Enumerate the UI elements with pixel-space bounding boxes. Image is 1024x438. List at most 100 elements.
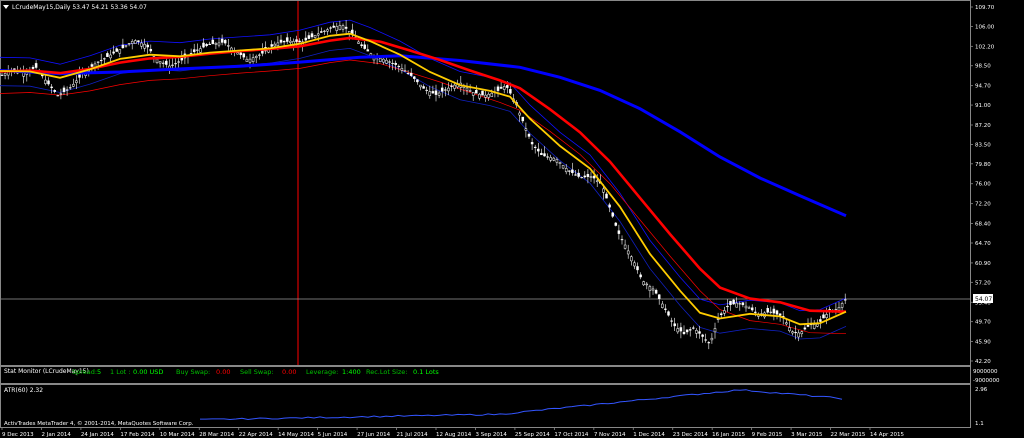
candle-body bbox=[388, 61, 391, 63]
stat-scale-top: 9000000 bbox=[973, 369, 998, 375]
candle-body bbox=[124, 45, 128, 47]
candle-body bbox=[115, 48, 118, 52]
candle-body bbox=[44, 79, 47, 84]
candle-body bbox=[766, 308, 769, 313]
candle-body bbox=[794, 331, 797, 334]
candle-body bbox=[127, 43, 131, 45]
candle-body bbox=[447, 87, 450, 92]
candle-body bbox=[431, 91, 435, 94]
candle-body bbox=[695, 330, 698, 334]
spread-label: Spread: bbox=[72, 368, 97, 376]
candle-body bbox=[812, 324, 816, 329]
candle-body bbox=[208, 43, 211, 45]
candle-body bbox=[394, 62, 397, 65]
candle-body bbox=[161, 62, 165, 64]
candle-body bbox=[214, 43, 218, 45]
candle-body bbox=[338, 25, 342, 30]
candle-body bbox=[413, 76, 416, 79]
candle-body bbox=[403, 70, 407, 72]
candle-body bbox=[602, 188, 605, 193]
candle-body bbox=[239, 52, 242, 56]
candle-body bbox=[524, 128, 528, 131]
candle-body bbox=[416, 79, 419, 83]
candle-body bbox=[630, 256, 633, 262]
candle-body bbox=[673, 323, 676, 327]
candle-body bbox=[571, 169, 574, 174]
date-tick-label: 10 Mar 2014 bbox=[160, 432, 195, 438]
candle-body bbox=[648, 286, 652, 291]
candle-body bbox=[282, 41, 286, 43]
candle-body bbox=[363, 44, 366, 49]
date-tick-label: 9 Dec 2013 bbox=[2, 432, 34, 438]
candle-body bbox=[366, 49, 370, 52]
candle-body bbox=[217, 42, 221, 46]
candle-body bbox=[34, 63, 38, 68]
date-tick-label: 22 Apr 2014 bbox=[239, 432, 274, 438]
candle-body bbox=[595, 180, 599, 182]
price-tick-label: 60.90 bbox=[975, 261, 991, 267]
copyright-text: ActivTrades MetaTrader 4, © 2001-2014, M… bbox=[4, 420, 194, 427]
candle-body bbox=[744, 305, 748, 309]
candle-body bbox=[580, 177, 583, 179]
candle-body bbox=[543, 153, 546, 157]
candle-body bbox=[65, 89, 69, 91]
candle-body bbox=[719, 313, 723, 315]
candle-body bbox=[360, 44, 363, 47]
candle-body bbox=[174, 63, 177, 65]
price-tick-label: 94.70 bbox=[975, 84, 991, 90]
date-tick-label: 5 Jun 2014 bbox=[318, 432, 348, 438]
candle-body bbox=[788, 327, 791, 332]
candle-body bbox=[713, 328, 717, 333]
price-tick-label: 102.20 bbox=[975, 44, 995, 50]
candle-body bbox=[518, 112, 521, 116]
candle-body bbox=[701, 334, 704, 337]
spread-value: 5 bbox=[97, 368, 101, 376]
candle-body bbox=[574, 174, 577, 176]
stat-scale-bottom: -9000000 bbox=[973, 378, 1000, 384]
date-tick-label: 7 Nov 2014 bbox=[594, 432, 626, 438]
date-tick-label: 28 Mar 2014 bbox=[199, 432, 234, 438]
candle-body bbox=[211, 39, 215, 45]
candle-body bbox=[146, 44, 149, 48]
candle-body bbox=[623, 244, 627, 249]
candle-body bbox=[103, 58, 106, 60]
candle-body bbox=[254, 56, 258, 58]
candle-body bbox=[422, 86, 425, 89]
candle-body bbox=[620, 239, 624, 241]
candle-body bbox=[298, 40, 301, 43]
candle-body bbox=[803, 327, 807, 330]
candle-body bbox=[642, 281, 645, 286]
candle-body bbox=[614, 222, 618, 226]
candle-body bbox=[99, 59, 103, 62]
price-tick-label: 109.70 bbox=[975, 5, 995, 11]
candle-body bbox=[409, 72, 413, 76]
price-tick-label: 68.40 bbox=[975, 222, 991, 228]
leverage-label: Leverage: bbox=[306, 368, 338, 376]
candle-body bbox=[258, 54, 261, 56]
candle-body bbox=[710, 337, 714, 341]
date-tick-label: 14 Apr 2015 bbox=[870, 432, 905, 438]
candle-body bbox=[667, 311, 670, 316]
candle-body bbox=[592, 175, 596, 179]
candle-body bbox=[121, 44, 125, 49]
candle-body bbox=[223, 40, 227, 44]
candle-body bbox=[738, 303, 742, 305]
candle-body bbox=[661, 303, 664, 308]
price-tick-label: 98.50 bbox=[975, 64, 991, 70]
candle-body bbox=[723, 310, 726, 314]
candle-body bbox=[307, 35, 311, 39]
price-tick-label: 91.00 bbox=[975, 103, 991, 109]
candle-body bbox=[654, 289, 658, 294]
candle-body bbox=[704, 339, 707, 341]
candle-body bbox=[775, 310, 779, 315]
date-tick-label: 1 Dec 2014 bbox=[633, 432, 665, 438]
candle-body bbox=[797, 332, 800, 338]
candle-body bbox=[778, 313, 782, 316]
atr-title: ATR(60) 2.32 bbox=[4, 387, 43, 394]
candle-body bbox=[205, 44, 208, 47]
candle-body bbox=[434, 90, 438, 95]
date-axis: 9 Dec 2013 2 Jan 2014 24 Jan 2014 17 Feb 20… bbox=[1, 427, 905, 438]
candle-body bbox=[685, 329, 689, 333]
candle-body bbox=[521, 116, 525, 122]
candle-body bbox=[478, 93, 481, 99]
